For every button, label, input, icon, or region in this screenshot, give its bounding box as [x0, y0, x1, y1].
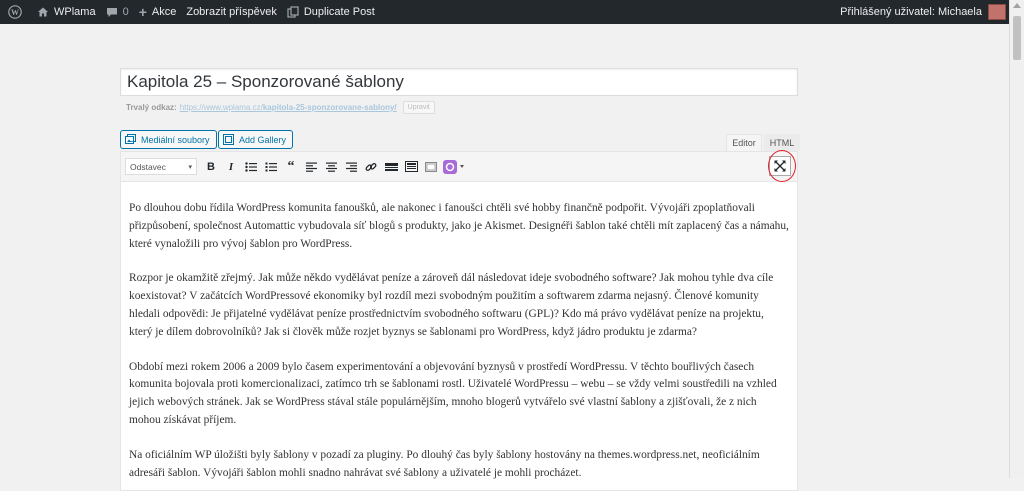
duplicate-post-label: Duplicate Post	[303, 6, 375, 18]
duplicate-post-link[interactable]: Duplicate Post	[282, 0, 380, 24]
media-icon	[125, 134, 136, 145]
home-icon	[37, 6, 49, 18]
add-gallery-button[interactable]: Add Gallery	[218, 130, 294, 149]
link-icon[interactable]	[361, 157, 381, 177]
comments-count: 0	[122, 6, 129, 18]
italic-icon[interactable]: I	[221, 157, 241, 177]
page-scrollbar[interactable]	[1009, 0, 1024, 478]
site-name: WPlama	[54, 6, 96, 18]
content-paragraph: Rozpor je okamžitě zřejmý. Jak může někd…	[129, 272, 774, 338]
distraction-free-button[interactable]	[769, 156, 791, 176]
comment-icon	[106, 7, 118, 18]
edit-permalink-button[interactable]: Upravit	[402, 101, 435, 114]
content-paragraph: Na oficiálním WP úložišti byly šablony v…	[129, 448, 760, 479]
wordpress-logo-menu[interactable]: W	[0, 0, 32, 24]
svg-text:W: W	[11, 8, 19, 17]
embed-icon[interactable]	[421, 157, 441, 177]
bullet-list-icon[interactable]	[241, 157, 261, 177]
editor-toolbar: Odstavec ▾ B I “	[121, 152, 797, 182]
view-post-link[interactable]: Zobrazit příspěvek	[181, 0, 281, 24]
add-media-label: Mediální soubory	[141, 134, 210, 145]
align-right-icon[interactable]	[341, 157, 361, 177]
content-paragraph: Po dlouhou dobu řídila WordPress komunit…	[129, 202, 789, 250]
format-select[interactable]: Odstavec ▾	[125, 158, 197, 175]
permalink-label: Trvalý odkaz:	[126, 103, 177, 112]
add-gallery-label: Add Gallery	[239, 134, 287, 145]
tab-visual-editor[interactable]: Editor	[726, 134, 762, 151]
post-title-input[interactable]: Kapitola 25 – Sponzorované šablony	[120, 68, 798, 96]
permalink-base: https://www.wplama.cz/	[179, 103, 263, 112]
tab-html[interactable]: HTML	[764, 134, 800, 151]
site-name-menu[interactable]: WPlama	[32, 0, 101, 24]
bold-icon[interactable]: B	[201, 157, 221, 177]
new-content-label: Akce	[151, 6, 177, 18]
read-more-icon[interactable]	[381, 157, 401, 177]
blockquote-icon[interactable]: “	[281, 157, 301, 177]
fullscreen-icon	[774, 160, 786, 172]
format-select-value: Odstavec	[130, 161, 166, 172]
content-paragraph: Období mezi rokem 2006 a 2009 bylo časem…	[129, 360, 777, 426]
scroll-up-arrow-icon[interactable]	[1013, 3, 1021, 8]
align-center-icon[interactable]	[321, 157, 341, 177]
align-left-icon[interactable]	[301, 157, 321, 177]
view-post-label: Zobrazit příspěvek	[186, 6, 277, 18]
user-greeting: Přihlášený uživatel: Michaela	[840, 6, 982, 18]
forms-plugin-icon[interactable]	[441, 157, 469, 177]
scrollbar-thumb[interactable]	[1013, 16, 1021, 60]
add-media-button[interactable]: Mediální soubory	[120, 130, 217, 149]
editor-content[interactable]: Po dlouhou dobu řídila WordPress komunit…	[121, 182, 797, 482]
new-content-menu[interactable]: + Akce	[134, 0, 182, 24]
wordpress-logo-icon: W	[8, 5, 22, 19]
plus-icon: +	[138, 4, 147, 20]
numbered-list-icon[interactable]	[261, 157, 281, 177]
duplicate-icon	[287, 6, 299, 18]
chevron-down-icon: ▾	[188, 163, 192, 171]
comments-menu[interactable]: 0	[101, 0, 134, 24]
gallery-icon	[223, 134, 234, 145]
permalink-link[interactable]: https://www.wplama.cz/kapitola-25-sponzo…	[180, 103, 397, 112]
toolbar-toggle-icon[interactable]	[401, 157, 421, 177]
admin-bar: W WPlama 0 + Akce Zobrazit příspěvek Dup…	[0, 0, 1010, 24]
permalink-slug: kapitola-25-sponzorovane-sablony/	[262, 103, 397, 112]
permalink-row: Trvalý odkaz: https://www.wplama.cz/kapi…	[126, 101, 435, 114]
user-avatar	[988, 4, 1006, 20]
user-account-menu[interactable]: Přihlášený uživatel: Michaela	[835, 0, 1010, 24]
post-editor: Odstavec ▾ B I “ Po dlouhou dobu řídila …	[120, 151, 798, 491]
